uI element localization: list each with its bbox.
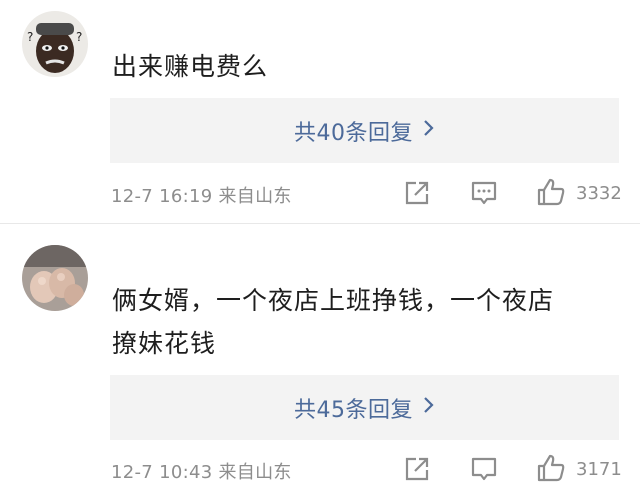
thumbs-up-icon[interactable]: [536, 177, 566, 207]
reply-count-label: 共45条回复: [294, 397, 413, 423]
share-icon[interactable]: [402, 178, 432, 208]
like-count: 3171: [576, 459, 622, 480]
user-avatar[interactable]: [22, 245, 88, 311]
comment-text: 出来赚电费么: [112, 52, 269, 81]
comment-item: 俩女婿，一个夜店上班挣钱，一个夜店 撩妹花钱 共45条回复 12-7 10:43…: [0, 224, 640, 483]
comment-text-line-1: 俩女婿，一个夜店上班挣钱，一个夜店: [112, 286, 555, 315]
comment-icon[interactable]: [469, 178, 499, 208]
like-count: 3332: [576, 183, 622, 204]
user-avatar[interactable]: ? ?: [22, 11, 88, 77]
chevron-right-icon: [423, 118, 435, 143]
svg-text:?: ?: [76, 30, 82, 44]
comment-icon[interactable]: [469, 454, 499, 484]
reply-count-label: 共40条回复: [294, 120, 413, 146]
svg-text:?: ?: [27, 30, 33, 44]
view-replies-button[interactable]: 共40条回复: [110, 98, 619, 163]
comment-item: ? ? 出来赚电费么 共40条回复 12-7 16:19 来自山东 3332: [0, 0, 640, 222]
chevron-right-icon: [423, 395, 435, 420]
thumbs-up-icon[interactable]: [536, 453, 566, 483]
share-icon[interactable]: [402, 454, 432, 484]
comment-text-line-2: 撩妹花钱: [112, 329, 217, 358]
view-replies-button[interactable]: 共45条回复: [110, 375, 619, 440]
comment-meta: 12-7 10:43 来自山东: [111, 462, 292, 483]
comment-meta: 12-7 16:19 来自山东: [111, 186, 292, 207]
